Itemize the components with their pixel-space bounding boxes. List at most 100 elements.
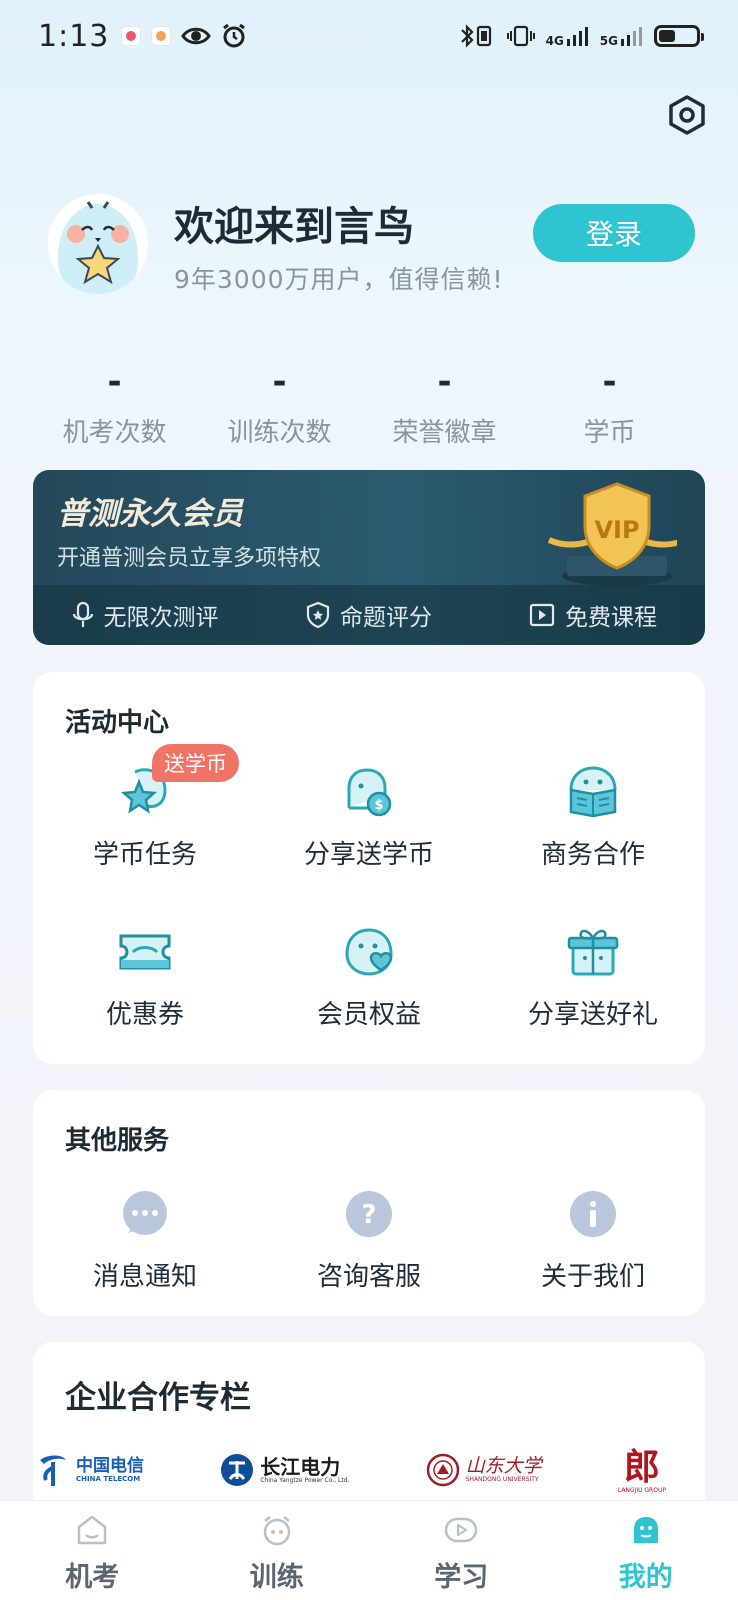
china-telecom-logo-icon [40,1455,66,1486]
vip-badge-text: VIP [594,516,639,544]
home-icon [78,1515,107,1545]
coin-share-icon: $ [341,764,397,820]
grid-label: 会员权益 [316,1000,421,1030]
stat-badges[interactable]: - 荣誉徽章 [362,360,527,449]
partner-sub: CHINA TELECOM [76,1474,141,1483]
vip-title: 普测永久会员 [57,496,243,532]
stat-value: - [107,362,122,402]
tab-profile[interactable]: 我的 [554,1501,738,1600]
avatar[interactable] [48,194,148,294]
activity-center-card: 活动中心 学币任务 $ 分享送学币 商务合作 优惠券 会员权益 分享送好礼 [33,672,705,1064]
grid-label: 商务合作 [540,840,645,870]
profile-header: 欢迎来到言鸟 9年3000万用户，值得信赖! 登录 [48,190,698,300]
partner-logo-yangtze-power[interactable]: 长江电力 China Yangtze Power Co., Ltd. [220,1453,349,1487]
stat-value: - [437,362,452,402]
vip-membership-card[interactable]: 普测永久会员 开通普测会员立享多项特权 VIP 无限次测评 命题评分 免费课程 [33,470,705,645]
partner-name: 山东大学 [465,1455,542,1478]
member-benefits-button[interactable]: 会员权益 [257,924,481,1031]
share-coin-button[interactable]: $ 分享送学币 [257,764,481,871]
battery-icon [654,25,704,47]
reward-tag: 送学币 [152,744,239,782]
tab-study[interactable]: 学习 [369,1501,554,1600]
partner-logo-shandong-university[interactable]: 山东大学 SHANDONG UNIVERSITY [426,1453,542,1487]
shandong-university-seal-icon [426,1453,459,1487]
bottom-tab-bar: 机考 训练 学习 我的 [0,1500,738,1600]
stat-label: 荣誉徽章 [392,418,497,448]
share-gift-button[interactable]: 分享送好礼 [481,924,705,1031]
stat-value: - [272,362,287,402]
activity-center-title: 活动中心 [65,708,170,738]
grid-label: 优惠券 [105,1000,184,1030]
cell-signal-5g-icon: 5G [600,25,644,47]
grid-label: 分享送学币 [303,840,434,870]
stat-value: - [602,362,617,402]
coupon-icon [117,924,173,980]
vip-shield-badge-icon: VIP [547,482,677,586]
stat-label: 机考次数 [62,418,167,448]
login-button[interactable]: 登录 [533,204,695,262]
about-us-button[interactable]: 关于我们 [481,1186,705,1293]
tab-exam[interactable]: 机考 [0,1501,185,1600]
stat-exam-count[interactable]: - 机考次数 [32,360,197,449]
bird-mascot-icon [48,194,148,294]
vip-feature-scoring: 命题评分 [257,598,481,632]
partner-name: 中国电信 [76,1455,144,1476]
stat-label: 学币 [583,418,636,448]
status-time: 1:13 [38,18,110,54]
microphone-icon [72,601,93,627]
profile-icon [633,1517,658,1543]
stat-label: 训练次数 [227,418,332,448]
alarm-clock-icon [223,23,246,48]
vip-features-bar: 无限次测评 命题评分 免费课程 [33,585,705,645]
bluetooth-icon [460,24,491,48]
vip-feature-label: 命题评分 [340,605,432,631]
grid-label: 分享送好礼 [527,1000,658,1030]
message-icon [117,1186,173,1242]
app-notification-icon [151,26,172,46]
settings-button[interactable] [666,94,708,136]
alarm-icon [263,1516,290,1546]
partner-name: 长江电力 [260,1454,341,1479]
app-notification-icon [121,26,142,46]
partner-sub: China Yangtze Power Co., Ltd. [260,1476,350,1484]
vibrate-icon [506,25,535,47]
status-bar: 1:13 4G 5G [0,0,738,72]
grid-label: 学币任务 [92,840,197,870]
vip-feature-label: 无限次测评 [103,605,219,631]
tab-label: 机考 [65,1562,120,1593]
partner-logo-china-telecom[interactable]: 中国电信 CHINA TELECOM [36,1452,144,1488]
welcome-title: 欢迎来到言鸟 [174,204,414,250]
video-icon [445,1517,478,1543]
svg-text:?: ? [361,1200,376,1230]
play-icon [529,603,555,627]
stats-row: - 机考次数 - 训练次数 - 荣誉徽章 - 学币 [32,360,692,449]
tab-label: 学习 [434,1562,489,1593]
partner-sub: SHANDONG UNIVERSITY [465,1476,539,1484]
gift-icon [565,924,621,980]
stat-training-count[interactable]: - 训练次数 [197,360,362,449]
vip-subtitle: 开通普测会员立享多项特权 [57,546,322,571]
grid-label: 关于我们 [540,1262,645,1292]
partner-logos: 中国电信 CHINA TELECOM 长江电力 China Yangtze Po… [36,1440,666,1500]
stat-coins[interactable]: - 学币 [527,360,692,449]
other-services-title: 其他服务 [65,1126,170,1156]
cell-signal-4g-icon: 4G [546,25,590,47]
gear-icon [669,95,705,135]
welcome-subtitle: 9年3000万用户，值得信赖! [174,265,504,294]
coupon-button[interactable]: 优惠券 [33,924,257,1031]
tab-label: 我的 [618,1562,673,1593]
tab-label: 训练 [249,1562,304,1593]
vip-feature-unlimited: 无限次测评 [33,598,257,632]
business-cooperation-button[interactable]: 商务合作 [481,764,705,871]
book-icon [565,764,621,820]
vip-feature-courses: 免费课程 [481,598,705,632]
eye-icon [181,27,212,45]
yangtze-power-logo-icon [221,1454,254,1486]
svg-text:$: $ [374,798,383,813]
notifications-button[interactable]: 消息通知 [33,1186,257,1293]
shield-star-icon [306,601,330,629]
tab-training[interactable]: 训练 [185,1501,370,1600]
member-heart-icon [341,924,397,980]
customer-service-button[interactable]: ? 咨询客服 [257,1186,481,1293]
partner-logo-langjiu[interactable]: 郎 LANGJIU GROUP [618,1447,666,1494]
